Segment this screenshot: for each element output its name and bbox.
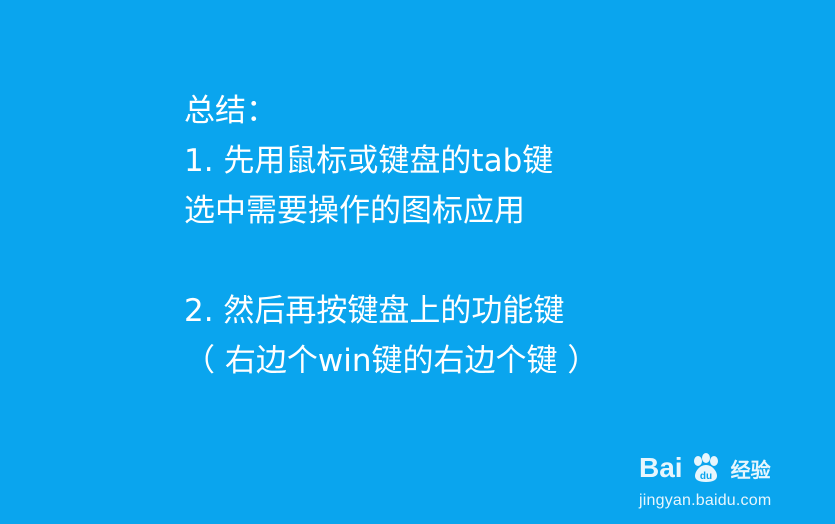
svg-text:du: du [699, 471, 711, 482]
baidu-paw-icon: du [693, 453, 718, 482]
watermark-brand-row: Bai du 经验 [639, 448, 771, 488]
slide-content: 总结： 1. 先用鼠标或键盘的tab键 选中需要操作的图标应用 2. 然后再按键… [184, 86, 804, 386]
step-2-line-1: 2. 然后再按键盘上的功能键 [184, 293, 565, 329]
step-1-line-2: 选中需要操作的图标应用 [184, 193, 525, 229]
summary-heading: 总结： [184, 93, 277, 129]
step-2-line-2: （ 右边个win键的右边个键 ） [184, 343, 599, 379]
baidu-jingyan-watermark: Bai du 经验 jingyan.baidu.com [639, 430, 799, 510]
step-1-line-1: 1. 先用鼠标或键盘的tab键 [184, 143, 554, 179]
watermark-brand-left: Bai [639, 452, 683, 483]
watermark-url: jingyan.baidu.com [639, 492, 772, 509]
watermark-brand-right: 经验 [730, 457, 771, 482]
slide: 总结： 1. 先用鼠标或键盘的tab键 选中需要操作的图标应用 2. 然后再按键… [0, 0, 835, 524]
